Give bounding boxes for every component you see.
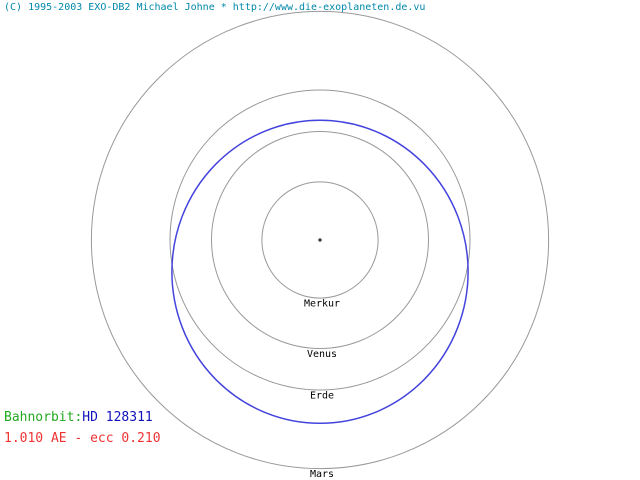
copyright-credit: (C) 1995-2003 EXO-DB2 Michael Johne * ht… <box>4 2 426 13</box>
orbit-label-erde: Erde <box>310 390 334 401</box>
reference-orbits: Merkur Venus Erde Mars <box>90 10 550 480</box>
orbit-label-venus: Venus <box>307 349 337 360</box>
orbit-label-mars: Mars <box>310 469 334 480</box>
orbit-title: Bahnorbit:HD 128311 <box>4 410 153 425</box>
orbit-label-prefix: Bahnorbit: <box>4 410 83 425</box>
star-name: HD 128311 <box>82 410 153 425</box>
orbit-diagram: Merkur Venus Erde Mars <box>90 10 550 480</box>
orbit-parameters: 1.010 AE - ecc 0.210 <box>4 431 161 446</box>
central-star <box>318 238 322 242</box>
orbit-label-merkur: Merkur <box>304 298 340 309</box>
